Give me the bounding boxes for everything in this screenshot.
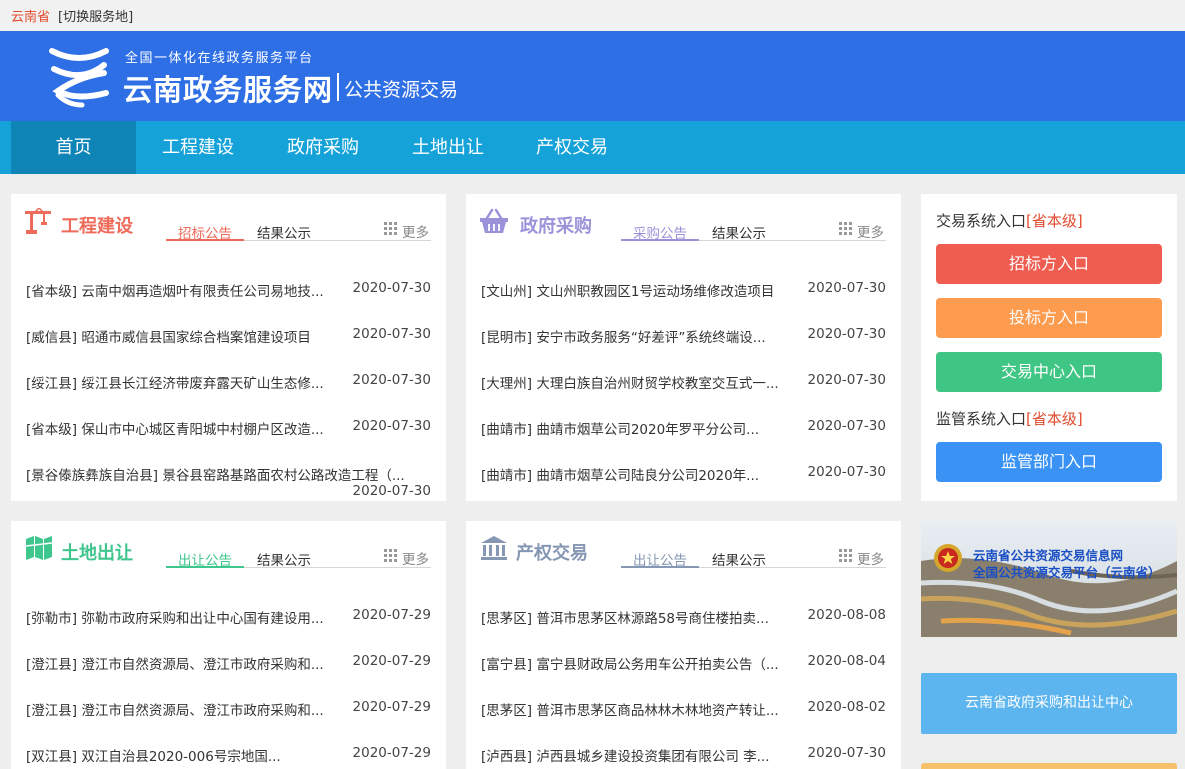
more-link[interactable]: 更多 <box>402 221 429 241</box>
grid-icon <box>839 549 852 562</box>
tab-results[interactable]: 结果公示 <box>712 222 766 242</box>
top-bar: 云南省 [切换服务地] <box>0 0 1185 31</box>
list-item[interactable]: [威信县] 昭通市威信县国家综合档案馆建设项目 2020-07-30 <box>26 326 431 348</box>
more-link[interactable]: 更多 <box>402 548 429 568</box>
nav-procurement[interactable]: 政府采购 <box>273 121 373 174</box>
panel-property: 产权交易 出让公告 结果公示 更多 [思茅区] 普洱市思茅区林源路58号商住楼拍… <box>466 521 901 769</box>
list-item[interactable]: [澄江县] 澄江市自然资源局、澄江市政府采购和... 2020-07-29 <box>26 653 431 675</box>
list-item[interactable]: [文山州] 文山州职教园区1号运动场维修改造项目 2020-07-30 <box>481 280 886 302</box>
panel-header: 产权交易 出让公告 结果公示 更多 <box>466 521 901 581</box>
nav-land[interactable]: 土地出让 <box>398 121 498 174</box>
site-title: 云南政务服务网 <box>123 73 334 107</box>
list-item[interactable]: [曲靖市] 曲靖市烟草公司2020年罗平分公司... 2020-07-30 <box>481 418 886 440</box>
tenderer-entry-button[interactable]: 招标方入口 <box>936 244 1162 284</box>
panel-title: 工程建设 <box>61 216 133 237</box>
list-item[interactable]: [双江县] 双江自治县2020-006号宗地国... 2020-07-29 <box>26 745 431 767</box>
list-item[interactable]: [富宁县] 富宁县财政局公务用车公开拍卖公告（... 2020-08-04 <box>481 653 886 675</box>
more-link[interactable]: 更多 <box>857 221 884 241</box>
panel-header: 工程建设 招标公告 结果公示 更多 <box>11 194 446 254</box>
panel-title: 土地出让 <box>61 543 133 564</box>
trading-center-entry-button[interactable]: 交易中心入口 <box>936 352 1162 392</box>
resource-trading-banner[interactable]: 云南省公共资源交易信息网 全国公共资源交易平台（云南省） <box>921 521 1177 637</box>
title-divider <box>337 73 339 101</box>
bank-building-icon <box>481 536 507 560</box>
tab-results[interactable]: 结果公示 <box>257 222 311 242</box>
main-nav: 首页 工程建设 政府采购 土地出让 产权交易 <box>0 121 1185 174</box>
logo-mark[interactable] <box>48 43 110 109</box>
list-item[interactable]: [景谷傣族彝族自治县] 景谷县窑路基路面农村公路改造工程（... 2020-07-… <box>26 464 431 504</box>
more-link[interactable]: 更多 <box>857 548 884 568</box>
tab-underline <box>621 566 699 568</box>
list-item[interactable]: [大理州] 大理白族自治州财贸学校教室交互式一... 2020-07-30 <box>481 372 886 394</box>
panel-land: 土地出让 出让公告 结果公示 更多 [弥勒市] 弥勒市政府采购和出让中心国有建设… <box>11 521 446 769</box>
national-emblem-icon <box>934 544 962 572</box>
panel-title: 政府采购 <box>520 216 592 237</box>
nav-engineering[interactable]: 工程建设 <box>148 121 248 174</box>
list-item[interactable]: [澄江县] 澄江市自然资源局、澄江市政府采购和... 2020-07-29 <box>26 699 431 721</box>
list-item[interactable]: [昆明市] 安宁市政务服务“好差评”系统终端设... 2020-07-30 <box>481 326 886 348</box>
procurement-center-link[interactable]: 云南省政府采购和出让中心 <box>921 673 1177 734</box>
crane-icon <box>25 208 51 234</box>
panel-title: 产权交易 <box>516 543 588 564</box>
tab-underline <box>166 566 244 568</box>
basket-icon <box>480 208 508 233</box>
supervision-system-label: 监管系统入口[省本级] <box>936 410 1083 428</box>
grid-icon <box>384 549 397 562</box>
list-item[interactable]: [曲靖市] 曲靖市烟草公司陆良分公司2020年... 2020-07-30 <box>481 464 886 486</box>
entry-sidebar: 交易系统入口[省本级] 招标方入口 投标方入口 交易中心入口 监管系统入口[省本… <box>921 194 1177 501</box>
list-item[interactable]: [绥江县] 绥江县长江经济带废弃露天矿山生态修... 2020-07-30 <box>26 372 431 394</box>
list-item[interactable]: [泸西县] 泸西县城乡建设投资集团有限公司 李... 2020-07-30 <box>481 745 886 767</box>
list-item[interactable]: [省本级] 保山市中心城区青阳城中村棚户区改造... 2020-07-30 <box>26 418 431 440</box>
grid-icon <box>384 222 397 235</box>
panel-engineering: 工程建设 招标公告 结果公示 更多 [省本级] 云南中烟再造烟叶有限责任公司易地… <box>11 194 446 501</box>
grid-icon <box>839 222 852 235</box>
current-region: 云南省 <box>11 10 51 25</box>
list-item[interactable]: [省本级] 云南中烟再造烟叶有限责任公司易地技... 2020-07-30 <box>26 280 431 302</box>
panel-header: 土地出让 出让公告 结果公示 更多 <box>11 521 446 581</box>
tab-underline <box>166 239 244 241</box>
header-subtitle: 全国一体化在线政务服务平台 <box>125 51 314 66</box>
tab-underline <box>621 239 699 241</box>
tab-results[interactable]: 结果公示 <box>257 549 311 569</box>
site-header: 全国一体化在线政务服务平台 云南政务服务网 公共资源交易 <box>0 31 1185 121</box>
list-item[interactable]: [弥勒市] 弥勒市政府采购和出让中心国有建设用... 2020-07-29 <box>26 607 431 629</box>
supervision-entry-button[interactable]: 监管部门入口 <box>936 442 1162 482</box>
nav-property[interactable]: 产权交易 <box>522 121 622 174</box>
nav-home[interactable]: 首页 <box>11 121 136 174</box>
list-item[interactable]: [思茅区] 普洱市思茅区林源路58号商住楼拍卖... 2020-08-08 <box>481 607 886 629</box>
tab-results[interactable]: 结果公示 <box>712 549 766 569</box>
trade-system-label: 交易系统入口[省本级] <box>936 212 1083 230</box>
panel-header: 政府采购 采购公告 结果公示 更多 <box>466 194 901 254</box>
panel-procurement: 政府采购 采购公告 结果公示 更多 [文山州] 文山州职教园区1号运动场维修改造… <box>466 194 901 501</box>
land-map-icon <box>25 536 53 560</box>
next-link-box[interactable] <box>921 763 1177 769</box>
section-title: 公共资源交易 <box>344 79 459 101</box>
list-item[interactable]: [思茅区] 普洱市思茅区商品林林木林地资产转让... 2020-08-02 <box>481 699 886 721</box>
bidder-entry-button[interactable]: 投标方入口 <box>936 298 1162 338</box>
switch-region-link[interactable]: [切换服务地] <box>58 6 133 25</box>
banner-line-2: 全国公共资源交易平台（云南省） <box>973 565 1161 580</box>
